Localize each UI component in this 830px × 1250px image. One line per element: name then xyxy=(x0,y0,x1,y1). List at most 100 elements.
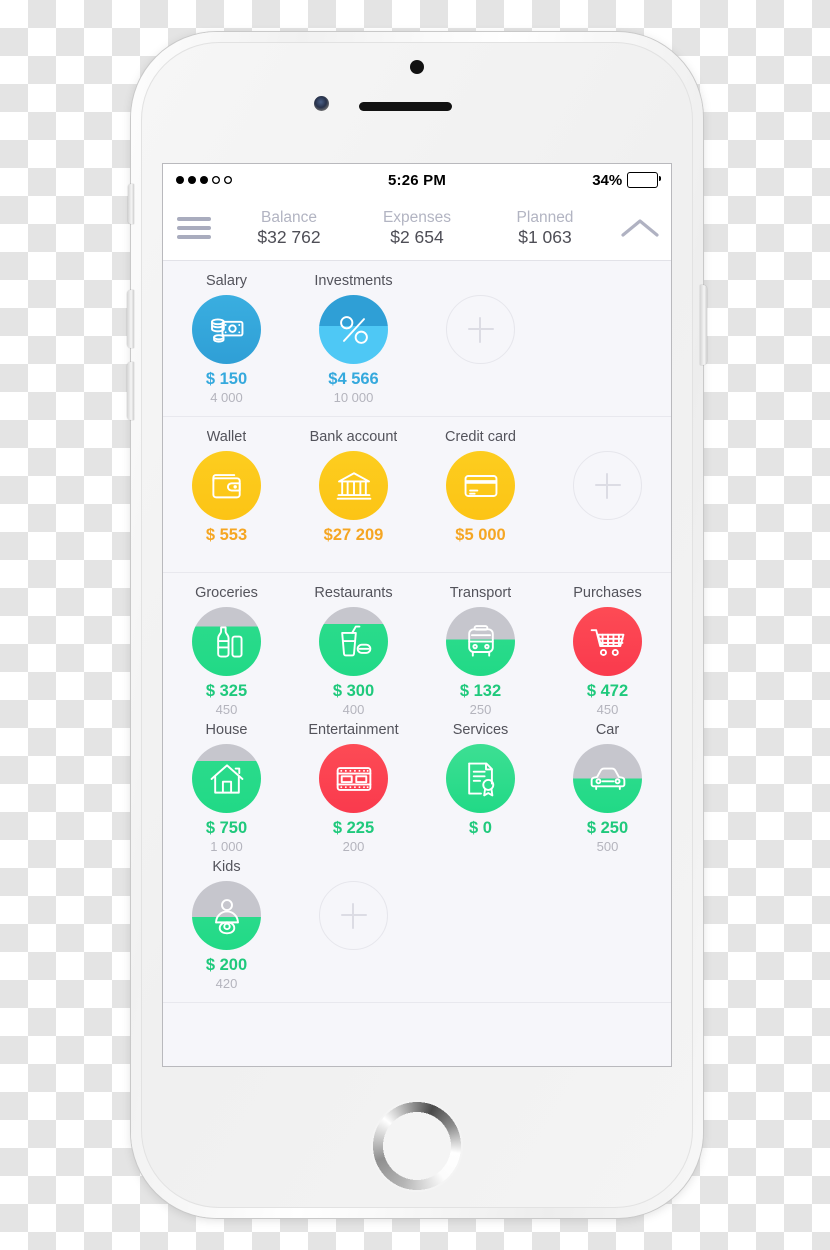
car-icon[interactable] xyxy=(573,744,642,813)
tile-entertainment[interactable]: Entertainment $ 225 200 xyxy=(290,720,417,857)
signal-dot xyxy=(212,176,220,184)
status-bar-right: 34% xyxy=(538,171,661,189)
add-income-tile[interactable] xyxy=(417,271,544,408)
tile-groceries[interactable]: Groceries $ 325 450 xyxy=(163,583,290,720)
home-button[interactable] xyxy=(371,1100,463,1192)
film-icon[interactable] xyxy=(319,744,388,813)
power-button[interactable] xyxy=(700,285,707,365)
front-camera-icon xyxy=(314,96,329,111)
tile-amount: $ 150 xyxy=(205,370,248,388)
tile-budget: 450 xyxy=(215,702,238,717)
add-accounts-tile[interactable] xyxy=(544,427,671,564)
status-bar-time: 5:26 PM xyxy=(387,171,447,189)
phone-screen: 5:26 PM 34% Balance $32 762 Expenses $2 … xyxy=(163,164,671,1066)
tile-services[interactable]: Services $ 0 xyxy=(417,720,544,857)
bank-icon[interactable] xyxy=(319,451,388,520)
chevron-up-icon[interactable] xyxy=(609,217,671,239)
tile-label: Salary xyxy=(205,273,248,289)
certificate-icon[interactable] xyxy=(446,744,515,813)
earpiece-speaker-icon xyxy=(359,102,452,111)
add-expenses-tile[interactable] xyxy=(290,857,417,994)
summary-expenses-label: Expenses xyxy=(382,209,452,226)
volume-down-button[interactable] xyxy=(127,362,134,420)
tile-amount: $ 250 xyxy=(586,819,629,837)
bottle-icon[interactable] xyxy=(192,607,261,676)
tile-salary[interactable]: Salary $ 150 4 000 xyxy=(163,271,290,408)
status-bar: 5:26 PM 34% xyxy=(163,164,671,196)
drink-icon[interactable] xyxy=(319,607,388,676)
battery-icon xyxy=(627,171,661,189)
tile-label: Wallet xyxy=(206,429,247,445)
summary-expenses-value: $2 654 xyxy=(390,227,444,247)
tile-budget: 1 000 xyxy=(210,839,243,854)
baby-icon[interactable] xyxy=(192,881,261,950)
tile-investments[interactable]: Investments $4 566 10 000 xyxy=(290,271,417,408)
tile-label: Kids xyxy=(212,859,241,875)
plus-icon[interactable] xyxy=(446,295,515,364)
tile-amount: $ 225 xyxy=(332,819,375,837)
tile-label: Restaurants xyxy=(314,585,393,601)
shopping-cart-icon[interactable] xyxy=(573,607,642,676)
menu-line xyxy=(177,226,211,230)
tile-amount: $ 132 xyxy=(459,682,502,700)
tile-restaurants[interactable]: Restaurants $ 300 400 xyxy=(290,583,417,720)
wallet-icon[interactable] xyxy=(192,451,261,520)
summary-stat-expenses[interactable]: Expenses $2 654 xyxy=(353,208,481,248)
tile-label: Transport xyxy=(449,585,512,601)
section-expenses: Groceries $ 325 450 Restaurants $ 300 400 Tr… xyxy=(163,573,671,1003)
plus-glyph xyxy=(340,902,367,929)
credit-card-icon[interactable] xyxy=(446,451,515,520)
hamburger-menu-icon[interactable] xyxy=(163,217,225,239)
tile-label: Services xyxy=(452,722,509,738)
tile-budget: 450 xyxy=(596,702,619,717)
tile-car[interactable]: Car $ 250 500 xyxy=(544,720,671,857)
tile-credit-card[interactable]: Credit card $5 000 xyxy=(417,427,544,564)
tile-budget: 500 xyxy=(596,839,619,854)
tile-label: Investments xyxy=(314,273,393,289)
tile-amount: $ 325 xyxy=(205,682,248,700)
tile-row: Groceries $ 325 450 Restaurants $ 300 400 Tr… xyxy=(163,583,671,720)
menu-line xyxy=(177,217,211,221)
signal-dot xyxy=(200,176,208,184)
house-icon[interactable] xyxy=(192,744,261,813)
tile-transport[interactable]: Transport $ 132 250 xyxy=(417,583,544,720)
budget-sections: Salary $ 150 4 000 Investments $4 566 10 00… xyxy=(163,261,671,1003)
tile-label: Purchases xyxy=(573,585,642,601)
tile-house[interactable]: House $ 750 1 000 xyxy=(163,720,290,857)
tile-row: Kids $ 200 420 xyxy=(163,857,671,994)
battery-percent-label: 34% xyxy=(592,171,623,189)
tile-amount: $ 0 xyxy=(469,819,492,837)
plus-icon[interactable] xyxy=(573,451,642,520)
summary-stat-balance[interactable]: Balance $32 762 xyxy=(225,208,353,248)
plus-icon[interactable] xyxy=(319,881,388,950)
summary-planned-value: $1 063 xyxy=(518,227,572,247)
tile-empty-slot xyxy=(544,271,671,408)
tile-budget: 10 000 xyxy=(333,390,374,405)
summary-planned-label: Planned xyxy=(516,209,574,226)
menu-line xyxy=(177,235,211,239)
tile-wallet[interactable]: Wallet $ 553 xyxy=(163,427,290,564)
tile-bank-account[interactable]: Bank account $27 209 xyxy=(290,427,417,564)
tile-amount: $ 750 xyxy=(205,819,248,837)
summary-balance-label: Balance xyxy=(260,209,317,226)
summary-balance-value: $32 762 xyxy=(257,227,321,247)
tile-label: Groceries xyxy=(195,585,258,601)
tile-purchases[interactable]: Purchases $ 472 450 xyxy=(544,583,671,720)
volume-up-button[interactable] xyxy=(127,290,134,348)
summary-stat-planned[interactable]: Planned $1 063 xyxy=(481,208,609,248)
tile-row: Salary $ 150 4 000 Investments $4 566 10 00… xyxy=(163,271,671,408)
tile-label: Credit card xyxy=(445,429,516,445)
phone-device-frame: 5:26 PM 34% Balance $32 762 Expenses $2 … xyxy=(127,32,707,1218)
tile-label: Bank account xyxy=(309,429,398,445)
summary-bar: Balance $32 762 Expenses $2 654 Planned … xyxy=(163,196,671,261)
tile-kids[interactable]: Kids $ 200 420 xyxy=(163,857,290,994)
tile-budget: 200 xyxy=(342,839,365,854)
signal-dot xyxy=(188,176,196,184)
bus-icon[interactable] xyxy=(446,607,515,676)
silent-switch-button[interactable] xyxy=(128,184,134,224)
percent-icon[interactable] xyxy=(319,295,388,364)
money-stack-icon[interactable] xyxy=(192,295,261,364)
tile-empty-slot xyxy=(417,857,544,994)
signal-dot xyxy=(176,176,184,184)
plus-glyph xyxy=(467,316,494,343)
